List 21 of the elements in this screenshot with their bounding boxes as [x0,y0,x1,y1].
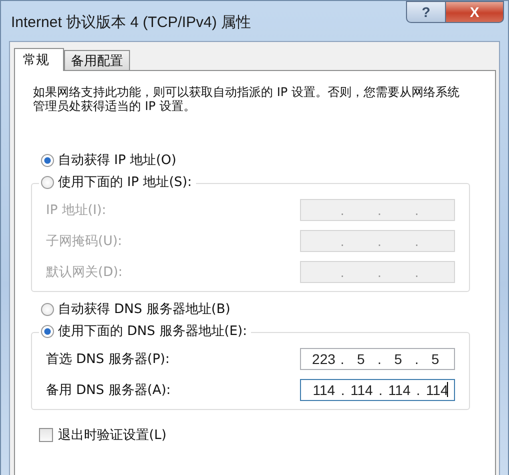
field-label: 子网掩码(U): [46,232,122,250]
ip-address-field[interactable]: 114 . 114 . 114 . 114 [300,378,455,400]
field-label: 备用 DNS 服务器(A): [46,382,171,398]
radio-button[interactable] [41,324,54,338]
checkbox[interactable] [39,428,53,442]
help-button[interactable]: ? [406,1,446,23]
radio-label: 自动获得 DNS 服务器地址(B) [58,301,230,318]
field-label: 首选 DNS 服务器(P): [46,350,170,368]
tab[interactable]: 常规 [14,48,64,71]
checkbox-label: 退出时验证设置(L) [58,427,166,444]
field-label: 默认网关(D): [46,264,123,280]
ip-address-field[interactable]: 223 . 5 . 5 . 5 [300,348,455,370]
tab[interactable]: 备用配置 [64,50,130,70]
radio-label: 使用下面的 DNS 服务器地址(E): [58,323,247,340]
close-button[interactable]: X [446,1,504,23]
description-text: 如果网络支持此功能，则可以获取自动指派的 IP 设置。否则，您需要从网络系统管理员处获得适当的 IP 设置。 [33,85,460,113]
window-title: Internet 协议版本 4 (TCP/IPv4) 属性 [11,13,252,32]
radio-button[interactable] [41,302,54,316]
radio-label: 自动获得 IP 地址(O) [58,152,176,169]
field-label: IP 地址(I): [46,202,106,218]
radio-label: 使用下面的 IP 地址(S): [58,174,192,191]
